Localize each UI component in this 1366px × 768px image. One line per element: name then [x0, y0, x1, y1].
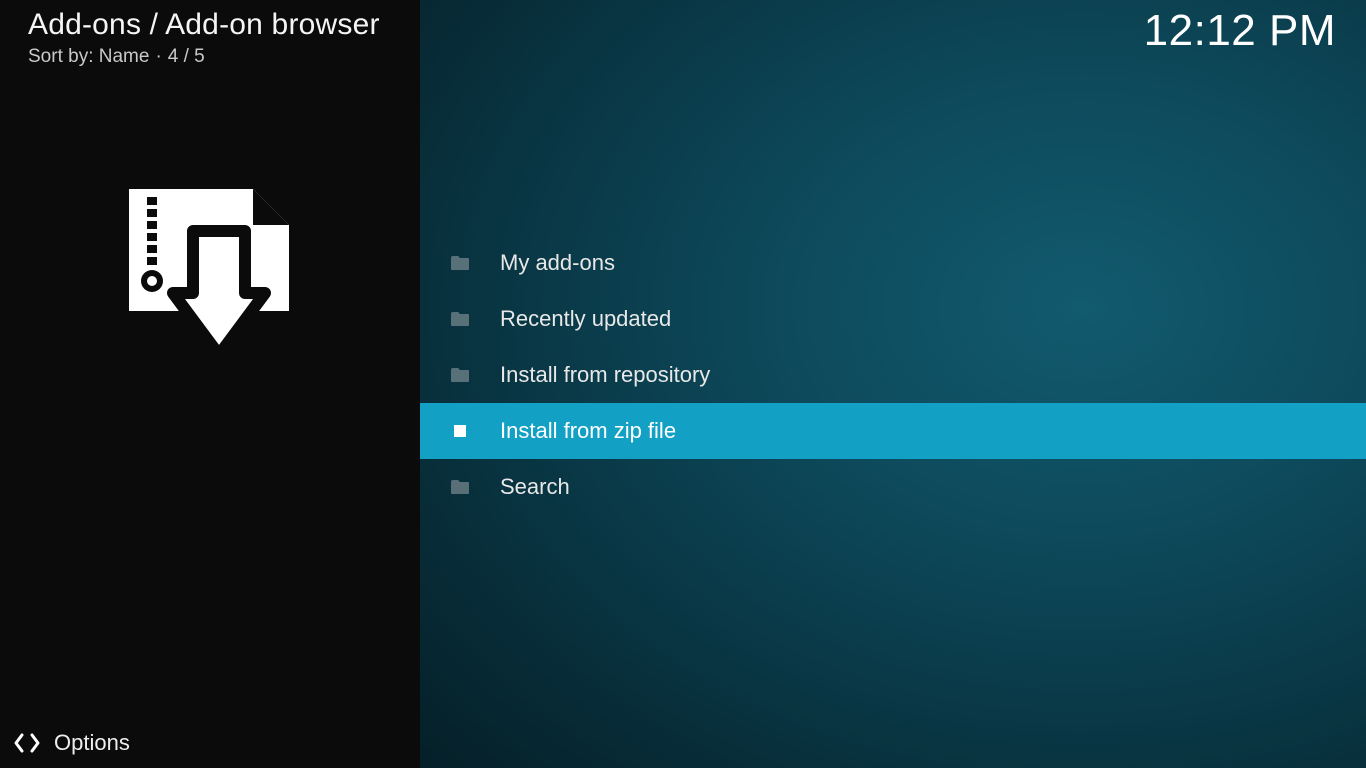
zip-file-icon [450, 421, 470, 441]
folder-icon [450, 309, 470, 329]
sort-info: Sort by: Name·4 / 5 [28, 46, 205, 68]
list-item[interactable]: Install from zip file [420, 403, 1366, 459]
addon-browser-list: My add-ons Recently updated Install from r… [420, 235, 1366, 515]
list-position: 4 / 5 [168, 46, 205, 67]
list-item-label: My add-ons [500, 250, 615, 276]
clock: 12:12 PM [1144, 6, 1336, 56]
list-item-label: Search [500, 474, 570, 500]
options-button[interactable]: Options [14, 730, 130, 756]
folder-icon [450, 477, 470, 497]
sidebar: Add-ons / Add-on browser Sort by: Name·4… [0, 0, 420, 768]
folder-icon [450, 253, 470, 273]
list-item[interactable]: My add-ons [420, 235, 1366, 291]
main-panel: 12:12 PM My add-ons Recently updated Insta… [420, 0, 1366, 768]
list-item-label: Recently updated [500, 306, 671, 332]
separator-dot: · [149, 46, 167, 67]
list-item[interactable]: Recently updated [420, 291, 1366, 347]
list-item[interactable]: Search [420, 459, 1366, 515]
list-item-label: Install from zip file [500, 418, 676, 444]
options-arrows-icon [14, 730, 40, 756]
list-item-label: Install from repository [500, 362, 710, 388]
sort-label: Sort by: Name [28, 46, 149, 67]
breadcrumb-title: Add-ons / Add-on browser [28, 8, 380, 42]
options-label: Options [54, 730, 130, 756]
folder-icon [450, 365, 470, 385]
list-item[interactable]: Install from repository [420, 347, 1366, 403]
install-zip-large-icon [125, 185, 295, 370]
